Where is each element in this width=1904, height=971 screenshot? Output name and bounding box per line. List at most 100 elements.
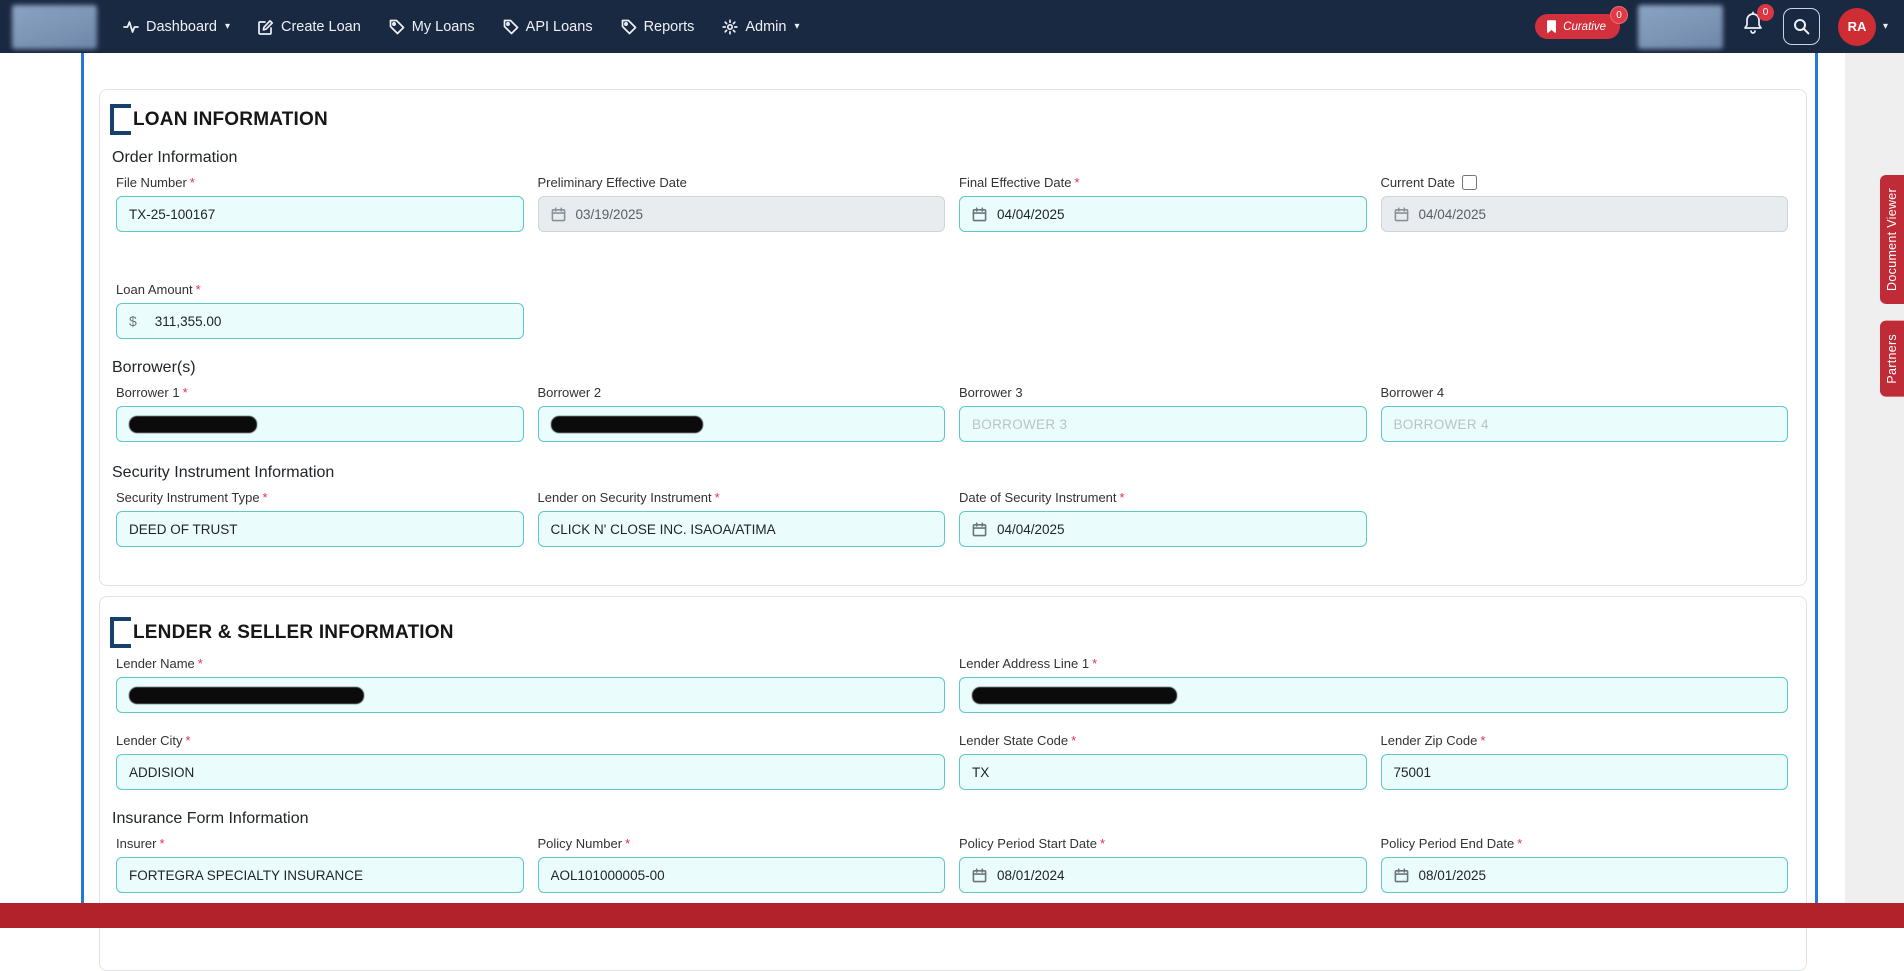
field-preliminary-effective-date: Preliminary Effective Date 03/19/2025 [538,175,946,232]
avatar: RA [1838,8,1876,46]
gear-icon [722,19,738,35]
lender-city-row: Lender City* Lender State Code* Lender Z… [116,733,1788,790]
lender-city-input[interactable] [116,754,945,790]
security-instrument-type-input[interactable] [116,511,524,547]
redacted-value [551,416,703,433]
bookmark-icon [1546,20,1557,33]
required-asterisk: * [1092,656,1097,671]
redacted-value [129,687,364,704]
field-loan-amount: Loan Amount* $ 311,355.00 [116,282,524,339]
tag-icon [389,19,405,35]
calendar-icon [972,207,987,222]
field-lender-state: Lender State Code* [959,733,1367,790]
field-lender-on-instrument: Lender on Security Instrument* [538,490,946,547]
lender-name-row: Lender Name* Lender Address Line 1* [116,656,1788,713]
calendar-icon [1394,207,1409,222]
borrower-2-input[interactable] [538,406,946,442]
security-instrument-heading: Security Instrument Information [112,464,1794,482]
nav-label: My Loans [412,19,475,35]
date-of-instrument-input[interactable]: 04/04/2025 [959,511,1367,547]
required-asterisk: * [263,490,268,505]
activity-icon [123,19,139,35]
tag-icon [621,19,637,35]
lender-on-instrument-input[interactable] [538,511,946,547]
nav-label: Dashboard [146,19,217,35]
edit-icon [258,19,274,35]
page-content: LOAN INFORMATION Order Information File … [0,53,1904,928]
redacted-value [129,416,257,433]
file-number-input[interactable] [116,196,524,232]
notifications-button[interactable]: 0 [1741,11,1765,42]
main-menu: Dashboard ▾ Create Loan My Loans API Loa… [123,19,800,35]
calendar-icon [972,522,987,537]
field-security-instrument-type: Security Instrument Type* [116,490,524,547]
borrower-3-input[interactable] [959,406,1367,442]
borrower-1-input[interactable] [116,406,524,442]
notifications-count-badge: 0 [1757,4,1774,21]
final-effective-date-input[interactable]: 04/04/2025 [959,196,1367,232]
borrower-4-input[interactable] [1381,406,1789,442]
nav-dashboard[interactable]: Dashboard ▾ [123,19,230,35]
field-final-effective-date: Final Effective Date* 04/04/2025 [959,175,1367,232]
lender-zip-input[interactable] [1381,754,1789,790]
loan-amount-row: Loan Amount* $ 311,355.00 [116,282,1788,339]
nav-admin[interactable]: Admin ▾ [722,19,799,35]
user-menu[interactable]: RA ▾ [1838,8,1888,46]
calendar-icon [551,207,566,222]
policy-start-date-input[interactable]: 08/01/2024 [959,857,1367,893]
lender-address-1-input[interactable] [959,677,1788,713]
search-button[interactable] [1783,8,1820,45]
curative-label: Curative [1563,21,1606,33]
field-file-number: File Number* [116,175,524,232]
required-asterisk: * [1100,836,1105,851]
navbar-right-cluster: Curative 0 0 RA ▾ [1535,5,1888,49]
nav-label: Reports [644,19,695,35]
policy-number-input[interactable] [538,857,946,893]
required-asterisk: * [185,733,190,748]
nav-label: API Loans [526,19,593,35]
section-heading: LENDER & SELLER INFORMATION [116,622,454,644]
lender-name-input[interactable] [116,677,945,713]
nav-reports[interactable]: Reports [621,19,695,35]
borrowers-heading: Borrower(s) [112,359,1794,377]
nav-api-loans[interactable]: API Loans [503,19,593,35]
search-icon [1793,18,1810,35]
loan-amount-input[interactable]: $ 311,355.00 [116,303,524,339]
tab-partners[interactable]: Partners [1880,321,1904,397]
required-asterisk: * [183,385,188,400]
tab-document-viewer[interactable]: Document Viewer [1880,175,1904,304]
required-asterisk: * [198,656,203,671]
lender-state-input[interactable] [959,754,1367,790]
insurance-row: Insurer* Policy Number* Policy Period St… [116,836,1788,893]
required-asterisk: * [190,175,195,190]
calendar-icon [972,868,987,883]
preliminary-effective-date-input: 03/19/2025 [538,196,946,232]
policy-end-date-input[interactable]: 08/01/2025 [1381,857,1789,893]
section-title-lender-seller: LENDER & SELLER INFORMATION [110,617,1794,648]
brand-logo[interactable] [12,5,97,49]
content-border-left [81,53,84,928]
field-lender-name: Lender Name* [116,656,945,713]
nav-create-loan[interactable]: Create Loan [258,19,361,35]
current-date-checkbox[interactable] [1462,175,1477,190]
required-asterisk: * [1071,733,1076,748]
partner-logo [1638,5,1723,49]
dollar-prefix: $ [129,313,137,329]
security-instrument-row: Security Instrument Type* Lender on Secu… [116,490,1788,547]
nav-label: Create Loan [281,19,361,35]
nav-label: Admin [745,19,786,35]
loan-information-card: LOAN INFORMATION Order Information File … [99,89,1807,586]
required-asterisk: * [1120,490,1125,505]
chevron-down-icon: ▾ [1883,21,1888,32]
required-asterisk: * [196,282,201,297]
footer-action-bar [0,903,1904,928]
field-lender-address-1: Lender Address Line 1* [959,656,1788,713]
field-borrower-3: Borrower 3 [959,385,1367,442]
insurer-input[interactable] [116,857,524,893]
field-policy-number: Policy Number* [538,836,946,893]
field-policy-start-date: Policy Period Start Date* 08/01/2024 [959,836,1367,893]
field-current-date: Current Date 04/04/2025 [1381,175,1789,232]
nav-my-loans[interactable]: My Loans [389,19,475,35]
curative-button[interactable]: Curative 0 [1535,14,1620,39]
redacted-value [972,687,1177,704]
